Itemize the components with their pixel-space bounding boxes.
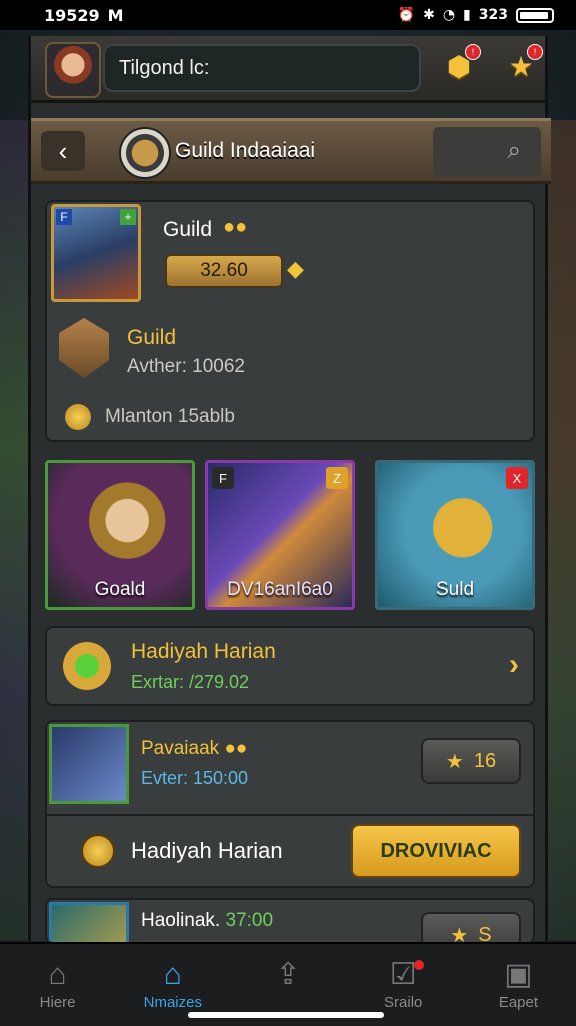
status-right-text: 323 [478,7,508,23]
daily-reward-row[interactable]: Hadiyah Harian Exrtar: /279.02 › [45,626,535,706]
app-frame: Tilgond lc: ⬢! ★! ‹ Guild Indaaiaai ⌕ F … [28,36,551,944]
page-title: Guild Indaaiaai [175,139,316,162]
close-icon[interactable]: X [506,467,528,489]
guild-home-icon: ⌂ [163,958,182,991]
tasks-icon: ☑ [389,958,417,991]
top-bar: Tilgond lc: ⬢! ★! [31,36,545,103]
battery-icon [516,7,554,23]
claim-button[interactable]: DROVIVIAC [351,824,521,878]
nav-label: Eapet [498,994,539,1011]
tile-label: Goald [94,579,146,600]
star-counter[interactable]: ★ 16 [421,738,521,784]
notification-dot [413,960,424,970]
weapon-icon [49,902,129,942]
rank-icon: F [56,209,72,225]
add-gold-icon[interactable]: ◆ [287,256,304,282]
status-bar: 19529 M ⏰ ✱ ◔ ▮ 323 [0,0,576,30]
star-icon: ★ [450,924,469,944]
guild-stat: Avther: 10062 [127,356,245,377]
back-button[interactable]: ‹ [41,131,85,171]
search-button[interactable]: ⌕ [433,127,541,177]
gold-value: 3​2.60 [200,260,248,281]
star-value: S [478,923,492,944]
star-value: 16 [473,749,497,772]
carrier-icon: M [107,5,124,25]
reward-title: Hadiyah Harian [131,838,283,863]
profile-icon: ▣ [504,958,533,991]
nav-label: Nmaizes [143,994,202,1011]
rank-icon: F [212,467,234,489]
coins-icon: ●● [223,216,248,238]
guild-profile-card: F + Guild ●● 3​2.60 ◆ Guild Avther: 1006… [45,200,535,442]
guild-header: ‹ Guild Indaaiaai ⌕ [31,118,551,184]
weapon-icon [49,724,129,804]
search-input[interactable]: Tilgond lc: [103,44,421,92]
plus-icon: + [120,209,136,225]
quest-title: Pavaiaak ●● [141,738,247,760]
home-icon: ⌂ [48,958,67,991]
upload-icon: ⇪ [275,958,301,991]
avatar[interactable] [45,42,101,98]
back-icon: ‹ [58,135,68,166]
status-time: 19529 [44,5,100,25]
nav-label: Srailo [384,994,423,1011]
star-badge-icon[interactable]: ★! [503,44,543,84]
quest2-value: 37:00 [225,910,274,931]
quest-title-text: Pavaiaak [141,738,220,759]
profile-name: Guild [163,218,213,241]
search-icon: ⌕ [507,137,521,164]
tile-tag: Z [326,467,348,489]
tile-label: DV16anI6a0 [227,579,333,600]
signal-icon: ▮ [463,7,471,23]
gem-icon [59,638,115,694]
notification-dot: ! [527,44,543,60]
bluetooth-icon: ✱ [423,7,435,23]
tile-chest[interactable]: X Suld [375,460,535,610]
quest-card-2: Haolinak. 37:00 ★ S [45,898,535,944]
nav-item-profile[interactable]: ▣ Eapet [461,944,576,1026]
shield-badge-icon[interactable]: ⬢! [441,44,481,84]
notification-dot: ! [465,44,481,60]
home-indicator[interactable] [188,1012,384,1018]
search-text: Tilgond lc: [119,56,210,79]
star-icon: ★ [445,750,464,773]
tile-hero[interactable]: Goald [45,460,195,610]
quest2-title: Haolinak. 37:00 [141,910,273,932]
quest-card: Pavaiaak ●● Evter: 150:00 ★ 16 Hadiyah Ha… [45,720,535,888]
quest2-title-text: Haolinak. [141,910,221,931]
quest-reward-row: Hadiyah Harian DROVIVIAC [47,814,533,888]
star-counter[interactable]: ★ S [421,912,521,944]
guild-label: Guild [127,326,177,349]
member-text: Mlanton 15ablb [105,406,235,427]
hero-portrait[interactable]: F + [51,204,141,302]
gold-counter: 3​2.60 [165,254,283,288]
nav-item-home[interactable]: ⌂ Hiere [0,944,115,1026]
coin-icon [65,404,91,430]
chevron-right-icon[interactable]: › [509,648,519,682]
guild-shield-icon [59,318,109,378]
alarm-icon: ⏰ [397,7,416,23]
coin-icon [81,834,115,868]
coins-icon: ●● [224,738,248,759]
tile-weapon[interactable]: F Z DV16anI6a0 [205,460,355,610]
daily-subtitle: Exrtar: /279.02 [131,672,250,692]
wifi-icon: ◔ [442,7,456,23]
guild-emblem-icon [119,127,171,179]
daily-title: Hadiyah Harian [131,640,276,663]
quest-subtitle: Evter: 150:00 [141,768,249,788]
tile-label: Suld [435,579,475,600]
nav-label: Hiere [39,994,76,1011]
